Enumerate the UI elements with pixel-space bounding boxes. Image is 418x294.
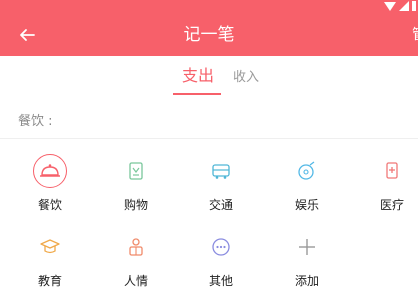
plus-icon <box>299 239 315 255</box>
app-bar: 记一笔 管 <box>0 14 418 56</box>
dining-cloche-icon <box>40 164 60 177</box>
medical-icon <box>386 162 398 179</box>
category-label: 娱乐 <box>294 198 319 212</box>
more-dots-icon <box>212 238 230 256</box>
category-label: 交通 <box>208 198 233 212</box>
category-label: 医疗 <box>379 198 404 212</box>
category-label: 其他 <box>208 274 233 288</box>
category-label: 人情 <box>123 274 148 288</box>
wifi-icon <box>384 2 396 11</box>
divider <box>0 138 418 139</box>
entertainment-icon <box>298 161 315 180</box>
category-add[interactable]: 添加 <box>277 226 337 292</box>
category-transport[interactable]: 交通 <box>191 150 251 216</box>
category-other[interactable]: 其他 <box>191 226 251 292</box>
tab-indicator <box>173 93 221 95</box>
tab-income[interactable]: 收入 <box>233 66 259 85</box>
category-gift[interactable]: 人情 <box>106 226 166 292</box>
category-dining[interactable]: 餐饮 <box>20 150 80 216</box>
selected-category-label: 餐饮 : <box>18 114 53 129</box>
tab-expense[interactable]: 支出 <box>182 62 214 86</box>
person-gift-icon <box>129 238 143 256</box>
signal-icon <box>399 1 409 11</box>
battery-icon <box>412 1 416 11</box>
tab-bar: 支出 收入 <box>0 56 418 96</box>
manage-button[interactable]: 管 <box>412 14 418 56</box>
category-label: 教育 <box>37 274 62 288</box>
category-label: 添加 <box>294 274 319 288</box>
bus-icon <box>212 164 230 179</box>
category-medical[interactable]: 医疗 <box>362 150 418 216</box>
selected-category-row: 餐饮 : <box>0 104 418 134</box>
category-grid: 餐饮 购物 交通 娱乐 医疗 教育 人情 其他 添加 <box>0 150 418 294</box>
system-icons <box>384 0 418 14</box>
status-bar <box>0 0 418 14</box>
category-education[interactable]: 教育 <box>20 226 80 292</box>
category-shopping[interactable]: 购物 <box>106 150 166 216</box>
category-label: 餐饮 <box>37 198 62 212</box>
graduation-cap-icon <box>40 239 60 254</box>
category-label: 购物 <box>123 198 148 212</box>
category-entertainment[interactable]: 娱乐 <box>277 150 337 216</box>
shopping-bag-icon <box>129 162 143 180</box>
page-title: 记一笔 <box>183 25 235 45</box>
